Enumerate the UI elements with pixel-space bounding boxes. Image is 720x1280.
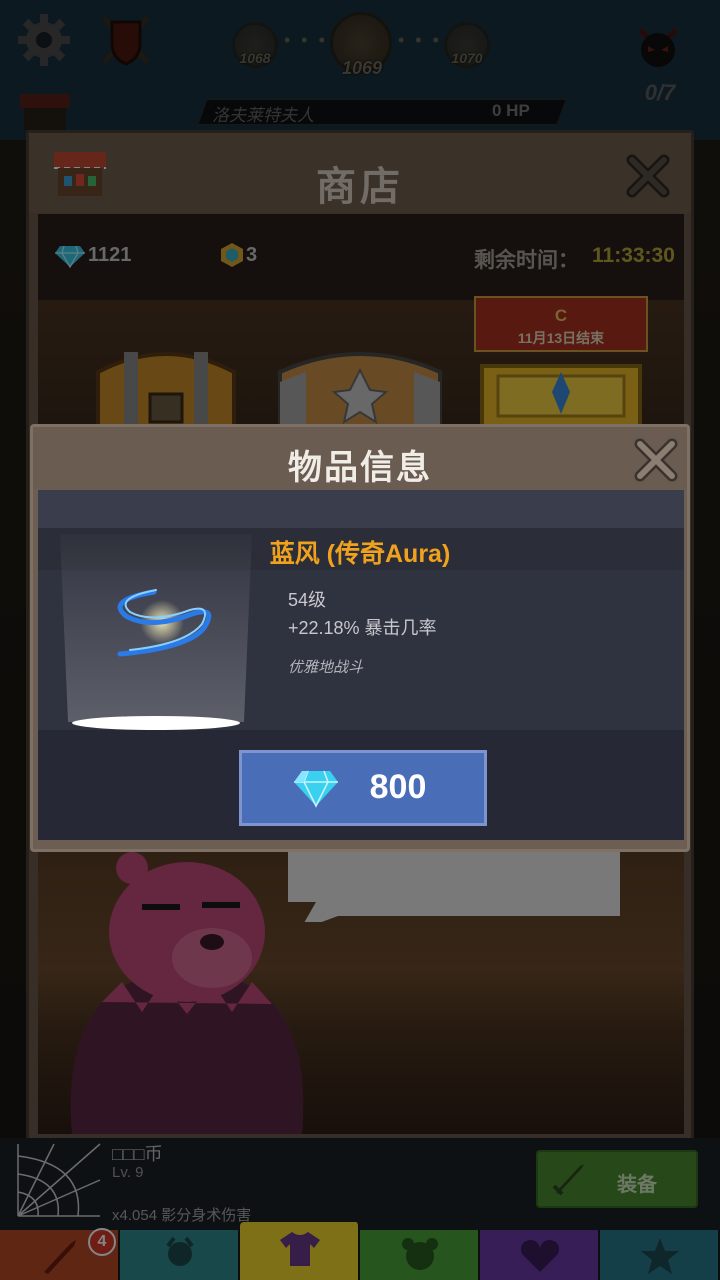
buy-price: 800 [369,768,427,806]
item-info-title: 物品信息 [288,449,432,487]
close-icon[interactable] [632,436,680,484]
gem-icon [294,770,338,808]
item-info-band [38,490,684,528]
swirl-aura-icon [117,589,212,657]
item-flavor-text: 优雅地战斗 [288,659,364,676]
item-stat: +22.18% 暴击几率 [288,618,437,638]
item-required-level: 54级 [288,590,327,610]
